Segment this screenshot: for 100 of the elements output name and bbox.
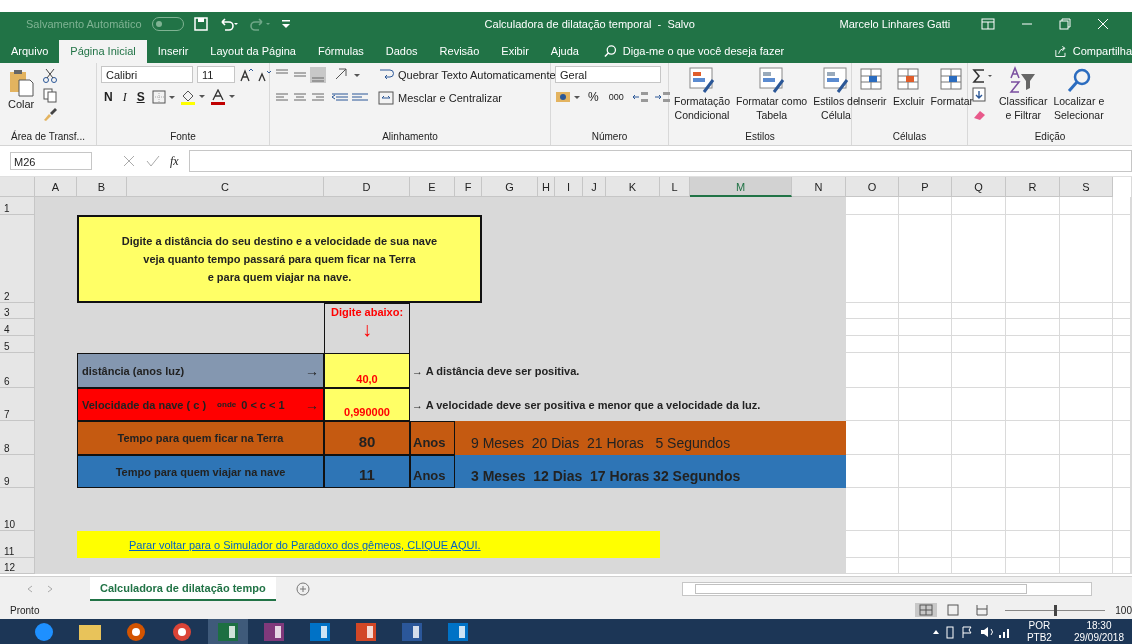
italic-button[interactable]: I [119, 89, 130, 105]
close-icon[interactable] [1096, 17, 1109, 30]
table-cell[interactable] [899, 319, 952, 336]
number-format-field[interactable]: Geral [555, 66, 661, 83]
table-cell[interactable] [899, 303, 952, 319]
row-header[interactable]: 11 [0, 531, 35, 558]
table-cell[interactable] [899, 488, 952, 531]
wrap-text-button[interactable]: Quebrar Texto Automaticamente [398, 69, 556, 81]
brush-icon[interactable] [42, 106, 59, 122]
column-header[interactable]: F [455, 177, 482, 197]
table-cell[interactable] [1006, 215, 1060, 303]
font-name-field[interactable]: Calibri [101, 66, 193, 83]
editing-button[interactable]: Localizar e Selecionar [1052, 66, 1106, 122]
row-header[interactable]: 5 [0, 336, 35, 353]
decimal-icon[interactable] [630, 89, 671, 105]
column-header[interactable]: N [792, 177, 846, 197]
column-header[interactable]: D [324, 177, 410, 197]
column-header[interactable]: C [127, 177, 324, 197]
table-cell[interactable] [952, 455, 1006, 488]
table-cell[interactable] [899, 388, 952, 421]
insert-function-button[interactable]: fx [170, 153, 179, 169]
column-header[interactable]: A [35, 177, 77, 197]
table-cell[interactable] [846, 197, 899, 215]
table-cell[interactable] [899, 336, 952, 353]
underline-button[interactable]: S [133, 90, 148, 104]
table-cell[interactable] [899, 353, 952, 388]
font-size-field[interactable]: 11 [197, 66, 235, 83]
row-header[interactable]: 2 [0, 215, 35, 303]
row-header[interactable]: 8 [0, 421, 35, 455]
column-header[interactable]: H [538, 177, 555, 197]
cells-button[interactable]: Excluir [892, 66, 926, 108]
table-cell[interactable] [952, 197, 1006, 215]
table-cell[interactable] [1060, 558, 1113, 574]
table-cell[interactable] [1060, 353, 1113, 388]
language-text[interactable]: POR [1028, 620, 1051, 632]
borders-icon[interactable] [151, 90, 176, 104]
menu-tab[interactable]: Arquivo [0, 40, 60, 63]
style-button[interactable]: Formatar como Tabela [735, 66, 809, 122]
table-cell[interactable] [1060, 197, 1113, 215]
table-cell[interactable] [1060, 488, 1113, 531]
column-header[interactable]: L [660, 177, 690, 197]
menu-tab[interactable]: Fórmulas [306, 40, 375, 63]
table-cell[interactable] [1060, 336, 1113, 353]
vertical-scrollbar[interactable] [1131, 177, 1132, 574]
horizontal-scrollbar[interactable] [681, 582, 1092, 596]
sheet-tab[interactable]: Calculadora de dilatação tempo [90, 577, 276, 601]
percent-button[interactable]: % [585, 90, 602, 104]
table-cell[interactable] [1006, 319, 1060, 336]
tell-me-field[interactable]: Diga-me o que você deseja fazer [622, 40, 1054, 63]
table-cell[interactable] [846, 558, 899, 574]
menu-tab[interactable]: Inserir [146, 40, 200, 63]
column-header[interactable]: K [606, 177, 660, 197]
table-cell[interactable] [1006, 455, 1060, 488]
fill-color-icon[interactable] [179, 89, 206, 105]
menu-tab[interactable]: Layout da Página [199, 40, 307, 63]
table-cell[interactable] [846, 488, 899, 531]
style-button[interactable]: Formatação Condicional [673, 66, 732, 122]
merge-icon[interactable] [378, 90, 394, 106]
table-cell[interactable] [846, 215, 899, 303]
column-header[interactable]: P [899, 177, 952, 197]
table-cell[interactable] [1006, 388, 1060, 421]
name-box[interactable]: M26 [10, 152, 92, 170]
share-button[interactable]: Compartilha [1072, 40, 1132, 63]
table-cell[interactable] [1060, 388, 1113, 421]
copy-icon[interactable] [42, 87, 59, 103]
table-cell[interactable] [952, 303, 1006, 319]
table-cell[interactable] [952, 388, 1006, 421]
bold-button[interactable]: N [101, 90, 116, 104]
table-cell[interactable] [1060, 421, 1113, 455]
enter-icon[interactable] [146, 154, 160, 168]
table-cell[interactable] [1060, 215, 1113, 303]
row-header[interactable]: 6 [0, 353, 35, 388]
column-header[interactable]: G [482, 177, 538, 197]
table-cell[interactable] [1006, 303, 1060, 319]
menu-tab[interactable]: Revisão [428, 40, 491, 63]
restore-icon[interactable] [1058, 17, 1071, 30]
row-header[interactable]: 10 [0, 488, 35, 531]
taskbar-app-icon[interactable] [208, 619, 248, 644]
autosum-icon[interactable] [972, 68, 994, 84]
table-cell[interactable] [846, 319, 899, 336]
cancel-icon[interactable] [122, 154, 136, 168]
editing-button[interactable]: Classificar e Filtrar [998, 66, 1049, 122]
row-header[interactable]: 1 [0, 197, 35, 215]
thousands-button[interactable]: 000 [605, 92, 627, 102]
table-cell[interactable] [899, 215, 952, 303]
cut-icon[interactable] [42, 68, 59, 84]
clock-time[interactable]: 18:30 [1086, 620, 1112, 632]
row-header[interactable]: 7 [0, 388, 35, 421]
table-cell[interactable] [1060, 319, 1113, 336]
table-cell[interactable] [952, 558, 1006, 574]
row-header[interactable]: 9 [0, 455, 35, 488]
table-cell[interactable] [846, 303, 899, 319]
table-cell[interactable] [952, 215, 1006, 303]
table-cell[interactable] [952, 421, 1006, 455]
style-button[interactable]: Estilos de Célula [812, 66, 860, 122]
table-cell[interactable] [1060, 531, 1113, 558]
table-cell[interactable] [899, 197, 952, 215]
add-sheet-icon[interactable] [295, 582, 310, 596]
table-cell[interactable] [846, 336, 899, 353]
column-header[interactable]: E [410, 177, 455, 197]
